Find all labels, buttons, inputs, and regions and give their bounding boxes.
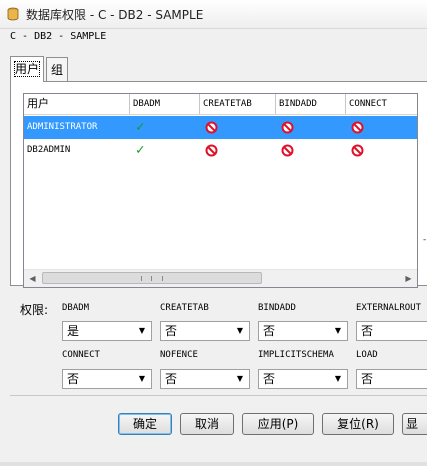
- load-label: LOAD: [356, 350, 378, 360]
- chevron-down-icon: ▼: [236, 374, 244, 383]
- implicitschema-value: 否: [263, 372, 276, 386]
- apply-button[interactable]: 应用(P): [242, 413, 314, 435]
- deny-icon: [281, 144, 294, 157]
- externalrout-select[interactable]: 否: [356, 321, 427, 341]
- privileges-table[interactable]: 用户 DBADM CREATETAB BINDADD CONNECT ADMIN…: [23, 93, 418, 288]
- scroll-left-icon[interactable]: ◀: [24, 270, 41, 287]
- user-name-cell: DB2ADMIN: [27, 145, 71, 155]
- externalrout-value: 否: [361, 324, 374, 338]
- deny-icon: [351, 144, 364, 157]
- column-header-bindadd[interactable]: BINDADD: [276, 94, 346, 114]
- nofence-select[interactable]: 否 ▼: [160, 369, 250, 389]
- separator: [10, 395, 427, 396]
- deny-icon: [205, 144, 218, 157]
- bottom-edge: [0, 462, 427, 466]
- scrollbar-thumb[interactable]: [42, 272, 262, 284]
- externalrout-label: EXTERNALROUT: [356, 303, 422, 313]
- chevron-down-icon: ▼: [138, 374, 146, 383]
- deny-icon: [205, 121, 218, 134]
- window-title: 数据库权限 - C - DB2 - SAMPLE: [26, 8, 204, 22]
- bindadd-value: 否: [263, 324, 276, 338]
- database-path-label: C - DB2 - SAMPLE: [10, 31, 107, 42]
- load-select[interactable]: 否: [356, 369, 427, 389]
- dbadm-value: 是: [67, 324, 80, 338]
- implicitschema-label: IMPLICITSCHEMA: [258, 350, 334, 360]
- check-icon: ✓: [136, 142, 145, 158]
- show-button[interactable]: 显: [402, 413, 427, 435]
- resize-grip-icon: -: [423, 235, 427, 245]
- nofence-value: 否: [165, 372, 178, 386]
- createtab-select[interactable]: 否 ▼: [160, 321, 250, 341]
- column-header-user[interactable]: 用户: [24, 94, 130, 114]
- chevron-down-icon: ▼: [138, 326, 146, 335]
- deny-icon: [281, 121, 294, 134]
- deny-icon: [351, 121, 364, 134]
- tab-users-label: 用户: [13, 61, 41, 77]
- grip-icon: [141, 276, 163, 281]
- createtab-value: 否: [165, 324, 178, 338]
- scroll-right-icon[interactable]: ▶: [400, 270, 417, 287]
- column-header-dbadm[interactable]: DBADM: [130, 94, 200, 114]
- createtab-label: CREATETAB: [160, 303, 209, 313]
- tab-groups-label: 组: [50, 63, 63, 77]
- bindadd-select[interactable]: 否 ▼: [258, 321, 348, 341]
- chevron-down-icon: ▼: [334, 374, 342, 383]
- table-header: 用户 DBADM CREATETAB BINDADD CONNECT: [24, 94, 417, 115]
- horizontal-scrollbar[interactable]: ◀ ▶: [24, 269, 417, 287]
- database-icon: [7, 7, 19, 21]
- table-row[interactable]: DB2ADMIN ✓: [24, 139, 417, 162]
- load-value: 否: [361, 372, 374, 386]
- chevron-down-icon: ▼: [334, 326, 342, 335]
- dbadm-label: DBADM: [62, 303, 90, 313]
- connect-select[interactable]: 否 ▼: [62, 369, 152, 389]
- chevron-down-icon: ▼: [236, 326, 244, 335]
- title-bar: 数据库权限 - C - DB2 - SAMPLE: [0, 0, 427, 29]
- user-name-cell: ADMINISTRATOR: [27, 122, 98, 132]
- reset-button[interactable]: 复位(R): [322, 413, 394, 435]
- connect-label: CONNECT: [62, 350, 100, 360]
- implicitschema-select[interactable]: 否 ▼: [258, 369, 348, 389]
- check-icon: ✓: [136, 119, 145, 135]
- bindadd-label: BINDADD: [258, 303, 296, 313]
- ok-button[interactable]: 确定: [118, 413, 172, 435]
- tab-users[interactable]: 用户: [10, 56, 44, 82]
- column-header-createtab[interactable]: CREATETAB: [200, 94, 276, 114]
- connect-value: 否: [67, 372, 80, 386]
- permissions-label: 权限:: [20, 303, 49, 317]
- table-row[interactable]: ADMINISTRATOR ✓: [24, 116, 417, 139]
- tab-groups[interactable]: 组: [46, 57, 68, 81]
- cancel-button[interactable]: 取消: [180, 413, 234, 435]
- dbadm-select[interactable]: 是 ▼: [62, 321, 152, 341]
- column-header-connect[interactable]: CONNECT: [346, 94, 417, 114]
- nofence-label: NOFENCE: [160, 350, 198, 360]
